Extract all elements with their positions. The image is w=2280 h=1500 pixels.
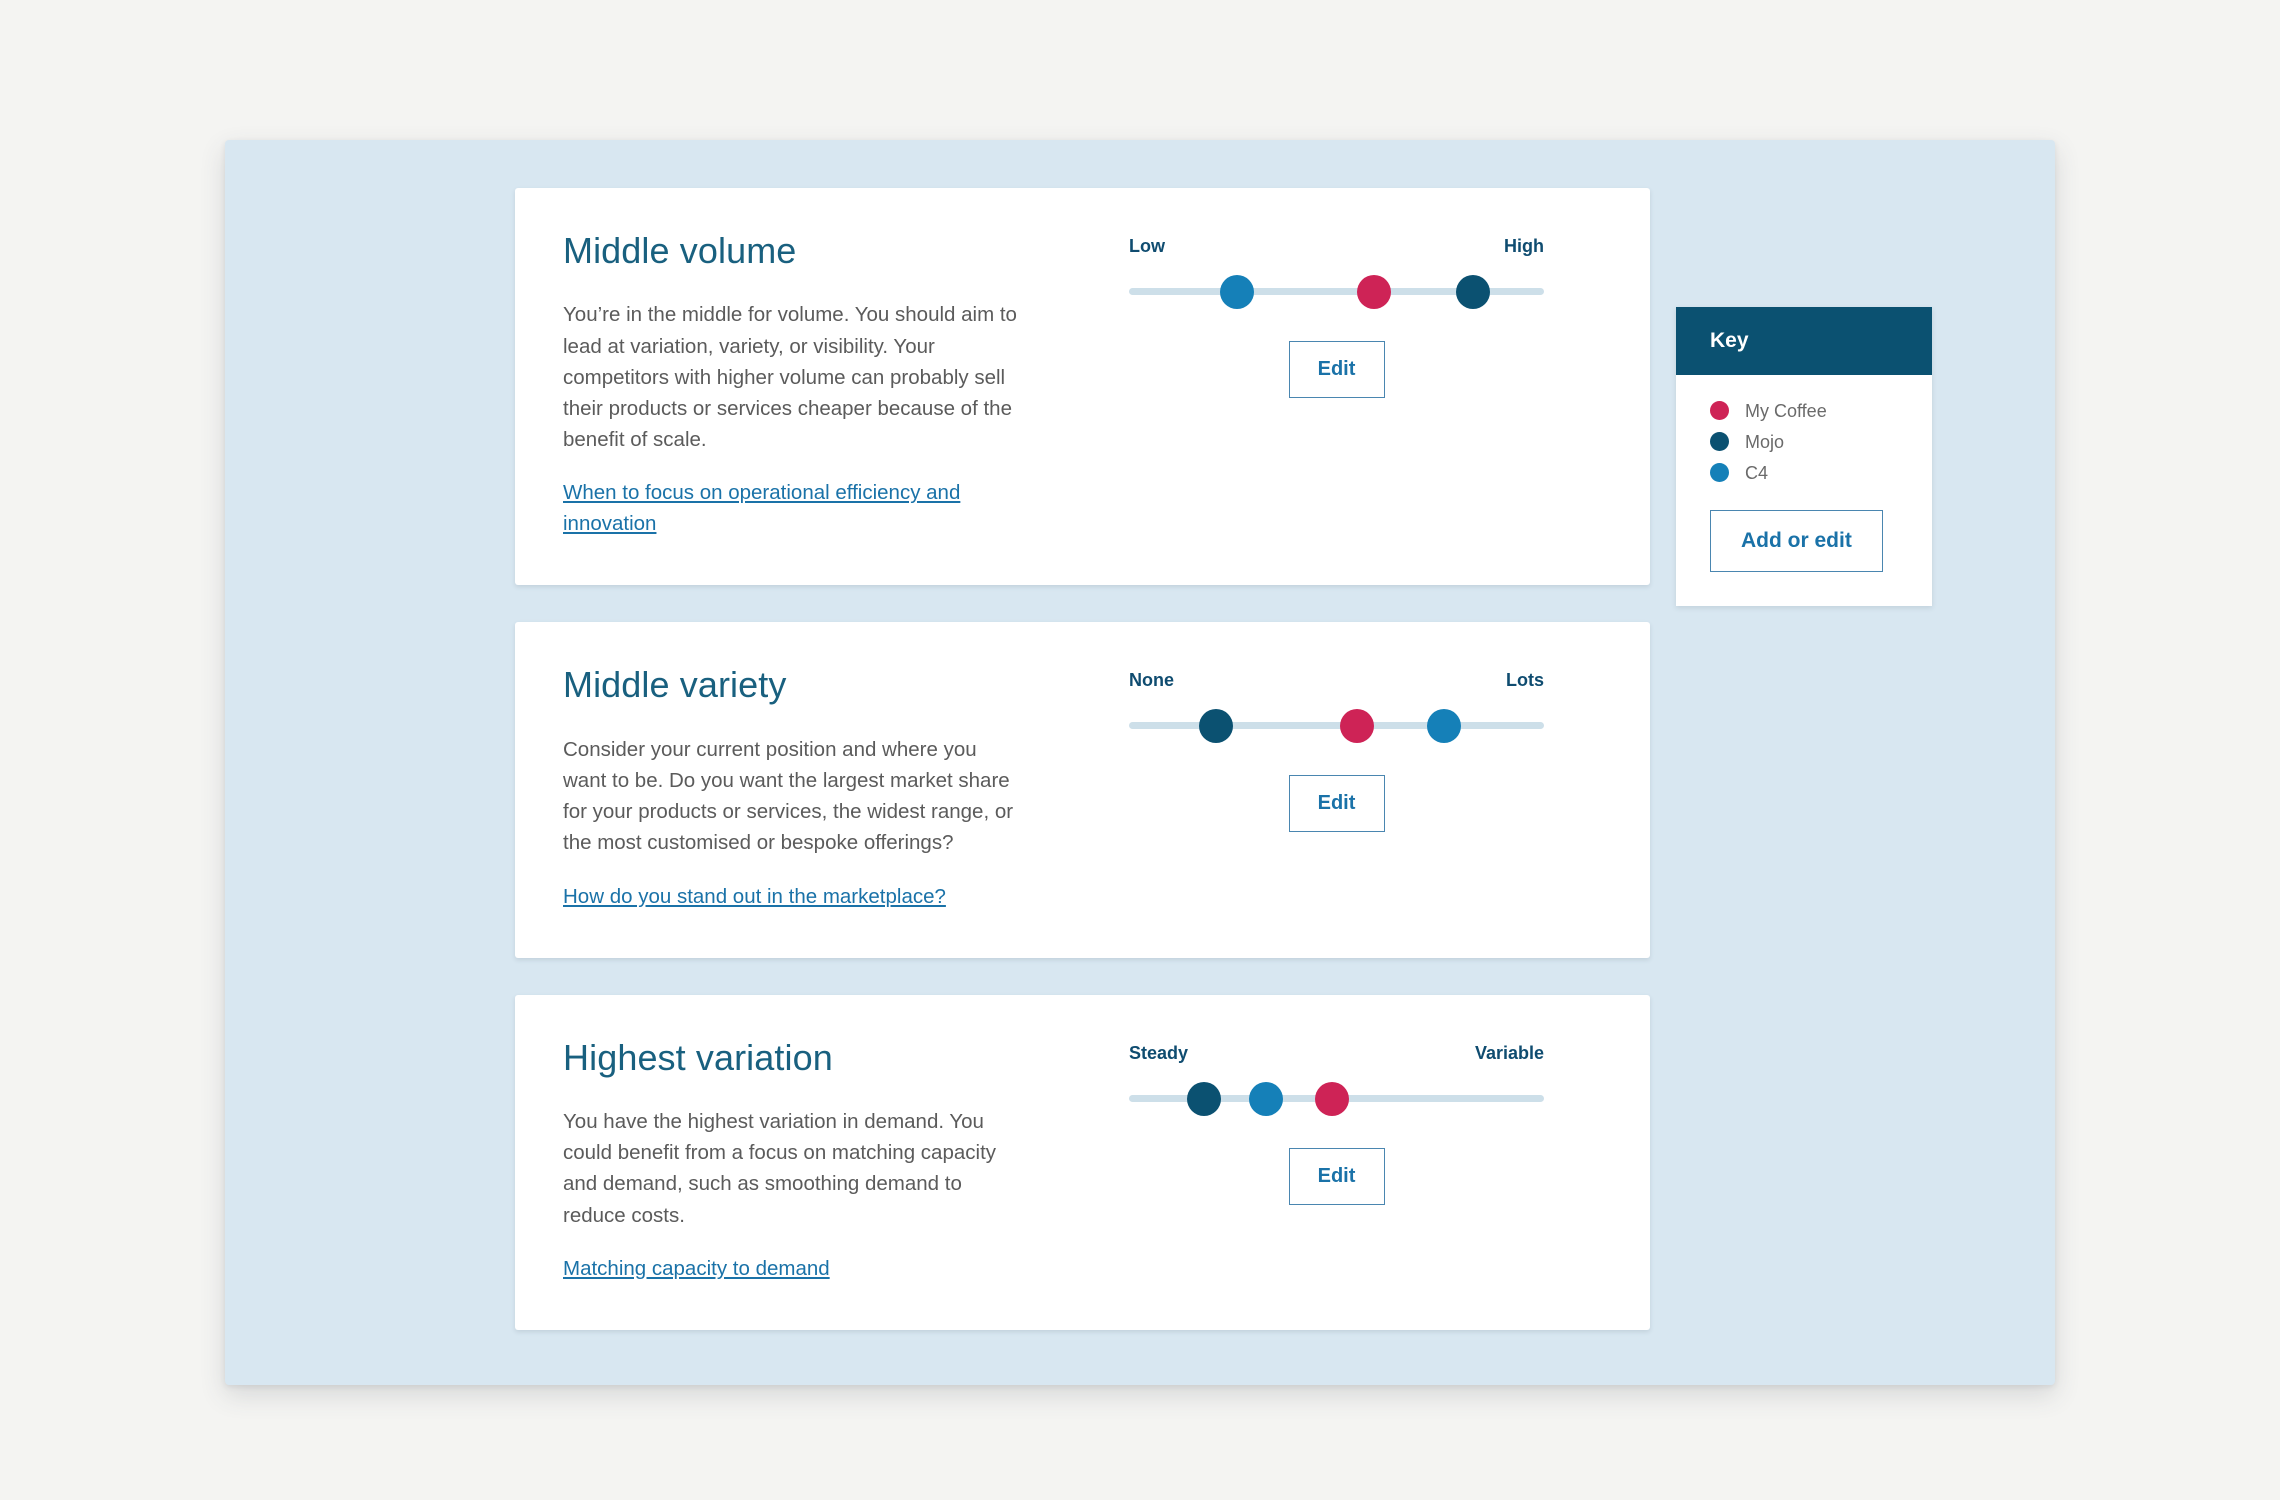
- insight-card-title: Middle variety: [563, 664, 787, 706]
- position-slider: Steady Variable: [1129, 1043, 1544, 1124]
- key-legend-label: C4: [1745, 462, 1769, 483]
- key-panel-body: My Coffee Mojo C4 Add or edit: [1676, 375, 1932, 606]
- slider-marker-dot[interactable]: [1427, 709, 1462, 744]
- key-legend-label: My Coffee: [1745, 400, 1827, 421]
- edit-button-row: Edit: [1129, 775, 1544, 833]
- slider-track: [1129, 722, 1544, 730]
- slider-max-label: Variable: [1474, 1042, 1544, 1063]
- page-panel: Middle volume You’re in the middle for vo…: [225, 140, 2055, 1385]
- slider-max-label: Lots: [1506, 670, 1544, 691]
- key-legend-item: C4: [1710, 463, 1932, 482]
- slider-min-label: Low: [1129, 236, 1165, 256]
- insight-card-description: Consider your current position and where…: [563, 737, 1014, 855]
- key-legend-label: Mojo: [1745, 431, 1785, 452]
- key-panel-title: Key: [1676, 307, 1932, 375]
- insight-card-text: Highest variation You have the highest va…: [563, 1037, 1023, 1284]
- key-legend-item: Mojo: [1710, 432, 1932, 451]
- insight-card-text: Middle variety Consider your current posi…: [563, 664, 1023, 911]
- insight-card-description: You have the highest variation in demand…: [563, 1110, 997, 1227]
- slider-marker-dot[interactable]: [1315, 1081, 1350, 1116]
- slider-scale-labels: Steady Variable: [1129, 1043, 1544, 1064]
- slider-marker-dot[interactable]: [1340, 709, 1375, 744]
- insight-card-link[interactable]: Matching capacity to demand: [563, 1257, 830, 1280]
- slider-min-label: Steady: [1129, 1042, 1189, 1063]
- key-swatch-dot-icon: [1710, 432, 1729, 451]
- position-slider: None Lots: [1129, 670, 1544, 751]
- slider-scale-labels: None Lots: [1129, 670, 1544, 691]
- insight-card-slider-area: Low High Edit: [1023, 230, 1602, 398]
- slider-track-area[interactable]: [1129, 699, 1544, 751]
- position-slider: Low High: [1129, 236, 1544, 317]
- slider-max-label: High: [1504, 236, 1544, 256]
- key-legend-item: My Coffee: [1710, 401, 1932, 420]
- slider-scale-labels: Low High: [1129, 236, 1544, 257]
- slider-marker-dot[interactable]: [1186, 1081, 1221, 1116]
- slider-marker-dot[interactable]: [1248, 1081, 1283, 1116]
- key-legend-list: My Coffee Mojo C4: [1710, 401, 1932, 482]
- edit-button[interactable]: Edit: [1288, 1147, 1385, 1205]
- slider-min-label: None: [1129, 670, 1174, 691]
- insight-card-slider-area: None Lots Edit: [1023, 664, 1602, 833]
- slider-track-area[interactable]: [1129, 1072, 1544, 1124]
- insight-card: Middle volume You’re in the middle for vo…: [515, 188, 1650, 586]
- key-panel: Key My Coffee Mojo C4 Add or edit: [1676, 307, 1932, 606]
- insight-card-list: Middle volume You’re in the middle for vo…: [515, 188, 1650, 1330]
- insight-card-title: Highest variation: [563, 1036, 833, 1078]
- slider-track-area[interactable]: [1129, 265, 1544, 317]
- edit-button[interactable]: Edit: [1288, 775, 1385, 833]
- slider-marker-dot[interactable]: [1456, 275, 1491, 309]
- slider-marker-dot[interactable]: [1219, 275, 1254, 309]
- slider-marker-dot[interactable]: [1199, 709, 1234, 744]
- edit-button-row: Edit: [1129, 341, 1544, 398]
- slider-marker-dot[interactable]: [1356, 275, 1391, 309]
- insight-card: Middle variety Consider your current posi…: [515, 622, 1650, 958]
- insight-card-link[interactable]: How do you stand out in the marketplace?: [563, 885, 946, 908]
- insight-card-slider-area: Steady Variable Edit: [1023, 1037, 1602, 1205]
- edit-button-row: Edit: [1129, 1147, 1544, 1205]
- key-swatch-dot-icon: [1710, 401, 1729, 420]
- insight-card-link[interactable]: When to focus on operational efficiency …: [563, 481, 960, 535]
- key-swatch-dot-icon: [1710, 463, 1729, 482]
- insight-card-description: You’re in the middle for volume. You sho…: [563, 303, 1017, 452]
- insight-card-text: Middle volume You’re in the middle for vo…: [563, 230, 1023, 539]
- insight-card: Highest variation You have the highest va…: [515, 994, 1650, 1330]
- add-or-edit-button[interactable]: Add or edit: [1710, 510, 1883, 572]
- insight-card-title: Middle volume: [563, 230, 797, 271]
- edit-button[interactable]: Edit: [1288, 341, 1385, 398]
